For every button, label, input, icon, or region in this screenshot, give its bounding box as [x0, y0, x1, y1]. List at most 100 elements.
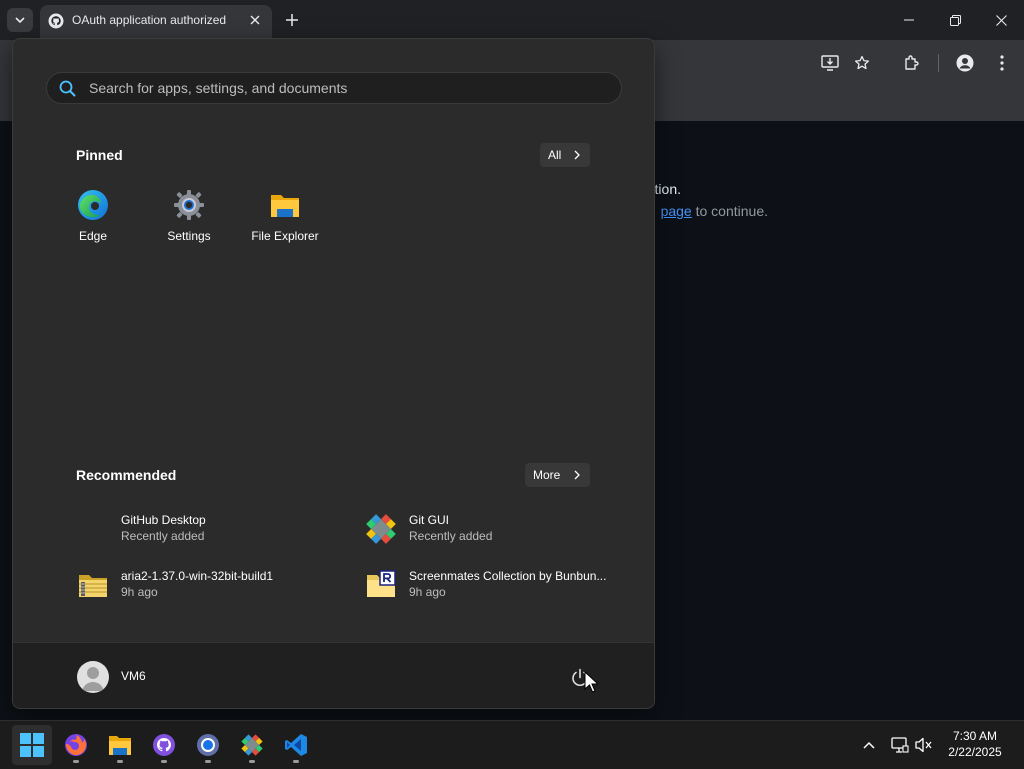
github-icon	[48, 13, 64, 29]
mouse-cursor-icon	[584, 671, 598, 693]
running-indicator	[73, 760, 79, 763]
bookmark-star-button[interactable]	[851, 52, 873, 74]
recommended-item-subtitle: 9h ago	[121, 585, 158, 599]
start-icon	[20, 733, 44, 757]
chrome-icon	[197, 734, 219, 756]
taskbar: 7:30 AM 2/22/2025	[0, 720, 1024, 769]
profile-button[interactable]	[954, 52, 976, 74]
user-icon	[82, 667, 104, 691]
profile-icon	[956, 54, 974, 72]
show-hidden-icons-button[interactable]	[859, 735, 879, 755]
github-desktop-icon	[77, 513, 109, 545]
chevron-right-icon	[574, 470, 580, 480]
browser-tabstrip: OAuth application authorized	[0, 0, 1024, 40]
running-indicator	[161, 760, 167, 763]
search-input[interactable]	[89, 73, 589, 103]
start-user-bar: VM6	[13, 642, 654, 708]
clock-date: 2/22/2025	[948, 745, 1002, 759]
pinned-app-label: Edge	[78, 229, 108, 243]
folder-r-icon	[367, 570, 396, 597]
taskbar-github-desktop[interactable]	[144, 725, 184, 765]
more-label: More	[533, 468, 561, 482]
start-menu: Pinned All Edge	[12, 38, 655, 709]
zip-folder-icon	[79, 575, 107, 597]
taskbar-firefox[interactable]	[56, 725, 96, 765]
recommended-title: Recommended	[76, 467, 177, 483]
taskbar-clock[interactable]: 7:30 AM 2/22/2025	[940, 728, 1010, 760]
minimize-icon	[904, 19, 914, 21]
tab-close-button[interactable]	[246, 11, 264, 29]
window-close-button[interactable]	[981, 5, 1021, 35]
user-name: VM6	[121, 669, 146, 683]
recommended-item-name: GitHub Desktop	[121, 513, 206, 527]
recommended-item-github-desktop[interactable]: GitHub Desktop Recently added	[77, 509, 337, 551]
taskbar-start-button[interactable]	[12, 725, 52, 765]
running-indicator	[117, 760, 123, 763]
taskbar-chrome[interactable]	[188, 725, 228, 765]
plus-icon	[286, 14, 298, 26]
recommended-item-name: Git GUI	[409, 513, 450, 527]
recommended-item-aria2[interactable]: aria2-1.37.0-win-32bit-build1 9h ago	[77, 565, 337, 607]
recommended-item-git-gui[interactable]: Git GUI Recently added	[365, 509, 625, 551]
file-explorer-icon	[109, 736, 131, 755]
volume-button[interactable]	[914, 735, 934, 755]
network-button[interactable]	[890, 735, 910, 755]
pinned-app-settings[interactable]: Settings	[144, 189, 234, 251]
start-search-box[interactable]	[46, 72, 622, 104]
volume-muted-icon	[915, 737, 932, 753]
puzzle-icon	[905, 55, 919, 70]
toolbar-separator	[938, 54, 939, 72]
settings-gear-icon	[174, 190, 204, 220]
chevron-right-icon	[574, 150, 580, 160]
chevron-down-icon	[15, 17, 25, 23]
firefox-icon	[65, 734, 87, 756]
star-icon	[854, 55, 870, 70]
pinned-app-label: File Explorer	[251, 229, 319, 243]
tab-search-button[interactable]	[7, 8, 33, 32]
running-indicator	[249, 760, 255, 763]
install-app-icon	[821, 55, 839, 71]
all-apps-button[interactable]: All	[540, 143, 590, 167]
clock-time: 7:30 AM	[952, 729, 998, 743]
page-instruction-text: to continue.	[691, 203, 768, 219]
close-icon	[250, 15, 260, 25]
recommended-item-subtitle: Recently added	[409, 529, 493, 543]
taskbar-file-explorer[interactable]	[100, 725, 140, 765]
git-gui-icon	[241, 734, 263, 756]
pinned-app-edge[interactable]: Edge	[48, 189, 138, 251]
install-app-button[interactable]	[819, 52, 841, 74]
search-icon	[59, 80, 76, 97]
browser-menu-button[interactable]	[991, 52, 1013, 74]
recommended-item-screenmates[interactable]: Screenmates Collection by Bunbun... 9h a…	[365, 565, 625, 607]
edge-icon	[78, 190, 108, 220]
tab-title: OAuth application authorized	[72, 13, 227, 27]
folder-icon	[271, 195, 299, 217]
recommended-item-subtitle: 9h ago	[409, 585, 446, 599]
taskbar-git-gui[interactable]	[232, 725, 272, 765]
running-indicator	[205, 760, 211, 763]
chevron-up-icon	[863, 741, 875, 749]
minimize-button[interactable]	[889, 5, 929, 35]
network-icon	[891, 737, 909, 753]
kebab-menu-icon	[1000, 55, 1004, 71]
recommended-item-subtitle: Recently added	[121, 529, 205, 543]
taskbar-vscode[interactable]	[276, 725, 316, 765]
github-desktop-icon	[153, 734, 175, 756]
restore-button[interactable]	[935, 5, 975, 35]
page-link[interactable]: page	[661, 203, 692, 219]
pinned-title: Pinned	[76, 147, 123, 163]
user-avatar[interactable]	[77, 661, 109, 693]
recommended-item-name: aria2-1.37.0-win-32bit-build1	[121, 569, 274, 583]
extensions-button[interactable]	[901, 52, 923, 74]
new-tab-button[interactable]	[281, 9, 303, 31]
git-gui-icon	[366, 514, 396, 544]
all-apps-label: All	[548, 148, 562, 162]
running-indicator	[293, 760, 299, 763]
vscode-icon	[285, 734, 307, 756]
pinned-app-file-explorer[interactable]: File Explorer	[240, 189, 330, 251]
close-icon	[995, 14, 1007, 26]
restore-icon	[949, 14, 961, 26]
browser-tab-active[interactable]: OAuth application authorized	[40, 5, 272, 40]
recommended-item-name: Screenmates Collection by Bunbun...	[409, 569, 607, 583]
more-button[interactable]: More	[525, 463, 590, 487]
